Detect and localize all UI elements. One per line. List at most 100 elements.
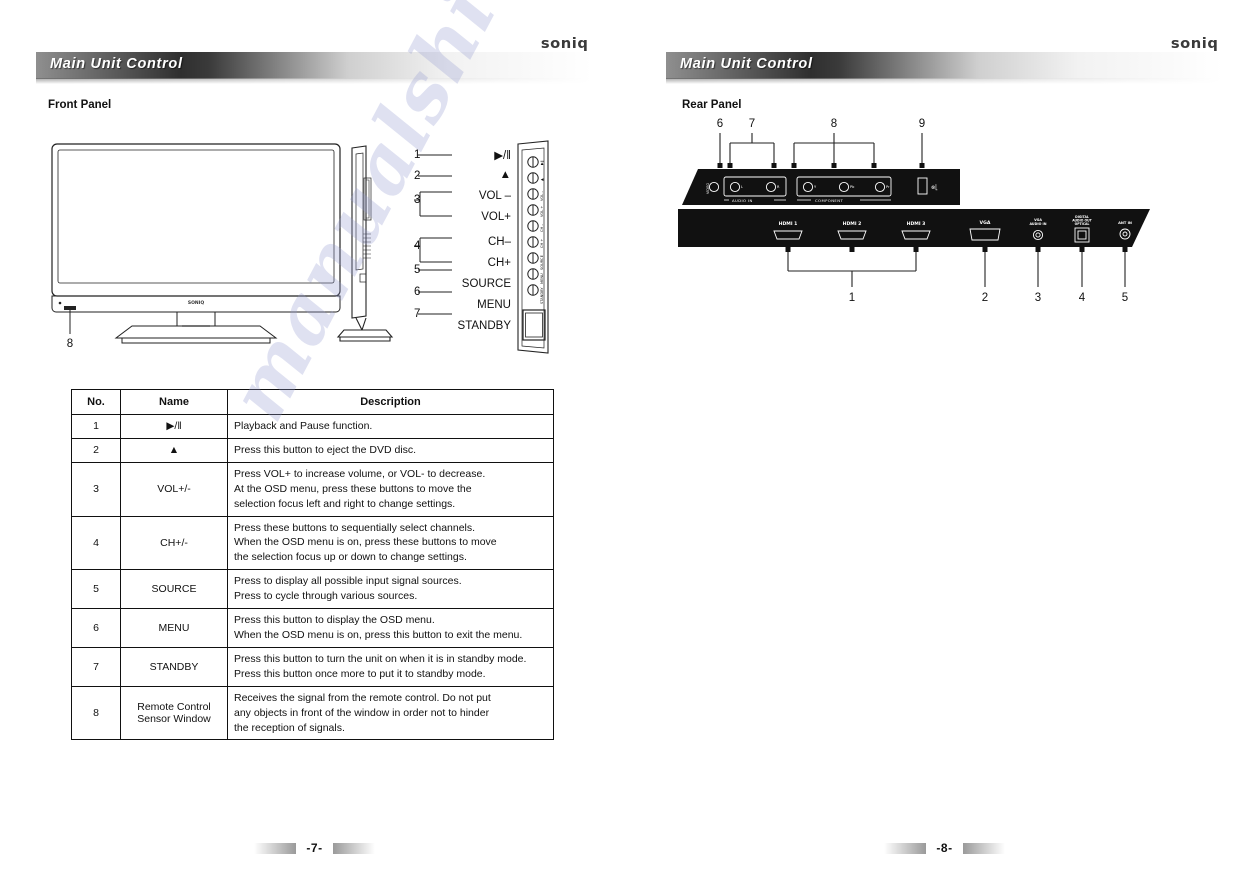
- rear-callout-1: 1: [849, 292, 855, 304]
- rear-callout-6: 6: [717, 118, 723, 130]
- table-header-description: Description: [227, 389, 554, 415]
- cell-description: Press these buttons to sequentially sele…: [227, 515, 554, 571]
- control-label-vol-up: VOL+: [481, 211, 511, 223]
- cell-no: 1: [71, 414, 121, 439]
- table-header-name: Name: [120, 389, 228, 415]
- front-panel-table: No. Name Description 1 ▶/‖ Playback and …: [71, 389, 554, 741]
- svg-text:VGA: VGA: [980, 220, 991, 226]
- cell-description: Press this button to turn the unit on wh…: [227, 646, 554, 687]
- rear-panel-diagram: 6 7 8 9 VIDEO L R AUDIO IN Y Pb Pr COMPO…: [678, 118, 1150, 304]
- table-row: 7 STANDBY Press this button to turn the …: [71, 646, 554, 687]
- cell-no: 6: [71, 608, 121, 648]
- table-header-no: No.: [71, 389, 121, 415]
- cell-name: STANDBY: [120, 646, 228, 687]
- side-control-strip-diagram: ▶‖ ▲ VOL – VOL + CH – CH + SOURCE MENU S…: [517, 140, 549, 354]
- rear-callout-9: 9: [919, 118, 925, 130]
- footer-decoration-left: [884, 842, 927, 854]
- cell-no: 4: [71, 515, 121, 571]
- front-callout-4: 4: [414, 240, 421, 252]
- control-label-eject: ▲: [499, 169, 511, 181]
- control-label-ch-up: CH+: [487, 257, 511, 269]
- svg-text:AUDIO IN: AUDIO IN: [732, 198, 753, 203]
- svg-text:MENU: MENU: [540, 273, 544, 284]
- page-number: -8-: [936, 841, 953, 855]
- svg-text:OPTICAL: OPTICAL: [1075, 222, 1090, 226]
- cell-name: SOURCE: [120, 569, 228, 610]
- svg-text:HDMI 2: HDMI 2: [843, 221, 862, 227]
- control-label-vol-down: VOL –: [478, 190, 511, 202]
- table-header-row: No. Name Description: [71, 389, 554, 415]
- section-header-bar: Main Unit Control: [36, 52, 593, 84]
- svg-text:ANT IN: ANT IN: [1118, 221, 1132, 225]
- front-callout-5: 5: [414, 264, 421, 276]
- svg-text:SONIQ: SONIQ: [188, 300, 205, 306]
- front-callout-3: 3: [414, 194, 421, 206]
- footer-decoration-left: [254, 842, 297, 854]
- footer-left: -7-: [0, 840, 629, 855]
- section-title-rear-panel: Rear Panel: [682, 99, 742, 111]
- footer-decoration-right: [332, 842, 375, 854]
- front-callout-6: 6: [414, 286, 421, 298]
- page-title: Main Unit Control: [680, 56, 813, 72]
- rear-callout-5: 5: [1122, 292, 1128, 304]
- svg-text:Pr: Pr: [886, 185, 890, 189]
- cell-description: Receives the signal from the remote cont…: [227, 685, 554, 741]
- table-row: 2 ▲ Press this button to eject the DVD d…: [71, 437, 554, 463]
- cell-name: ▲: [120, 437, 228, 463]
- cell-name: ▶/‖: [120, 414, 228, 439]
- svg-text:▲: ▲: [540, 178, 544, 181]
- cell-description: Playback and Pause function.: [227, 414, 554, 439]
- svg-text:HDMI 3: HDMI 3: [907, 221, 926, 227]
- page-rear-panel: soniq Main Unit Control Rear Panel 6 7 8…: [630, 0, 1259, 893]
- front-callout-7: 7: [414, 308, 421, 320]
- front-callout-2: 2: [414, 170, 421, 182]
- page-front-panel: soniq Main Unit Control Front Panel SONI…: [0, 0, 629, 893]
- cell-description: Press this button to eject the DVD disc.: [227, 437, 554, 463]
- cell-no: 5: [71, 569, 121, 610]
- rear-callout-4: 4: [1079, 292, 1086, 304]
- control-label-menu: MENU: [477, 299, 511, 311]
- page-title: Main Unit Control: [50, 56, 183, 72]
- svg-text:HDMI 1: HDMI 1: [779, 221, 798, 227]
- svg-text:8: 8: [67, 338, 73, 350]
- control-label-standby: STANDBY: [457, 320, 511, 332]
- cell-name: Remote Control Sensor Window: [120, 685, 228, 741]
- cell-no: 8: [71, 685, 121, 741]
- table-row: 6 MENU Press this button to display the …: [71, 608, 554, 648]
- rear-callout-2: 2: [982, 292, 988, 304]
- cell-no: 2: [71, 437, 121, 463]
- svg-text:VOL –: VOL –: [540, 191, 544, 201]
- footer-right: -8-: [630, 840, 1259, 855]
- front-callout-1: 1: [414, 149, 421, 161]
- svg-text:VOL +: VOL +: [540, 206, 544, 217]
- cell-description: Press this button to display the OSD men…: [227, 608, 554, 648]
- control-label-ch-down: CH–: [487, 236, 511, 248]
- svg-text:VIDEO: VIDEO: [706, 183, 710, 194]
- section-title-front-panel: Front Panel: [48, 99, 112, 111]
- svg-text:▶‖: ▶‖: [540, 160, 544, 165]
- svg-text:COMPONENT: COMPONENT: [815, 198, 843, 203]
- soniq-logo: soniq: [1170, 36, 1219, 52]
- control-label-play-pause: ▶/‖: [494, 150, 511, 162]
- cell-no: 3: [71, 461, 121, 517]
- footer-decoration-right: [962, 842, 1005, 854]
- rear-callout-8: 8: [831, 118, 837, 130]
- soniq-logo: soniq: [540, 36, 589, 52]
- section-header-bar: Main Unit Control: [666, 52, 1223, 84]
- page-number: -7-: [306, 841, 323, 855]
- table-row: 3 VOL+/- Press VOL+ to increase volume, …: [71, 461, 554, 517]
- table-row: 5 SOURCE Press to display all possible i…: [71, 569, 554, 610]
- rear-callout-7: 7: [749, 118, 755, 130]
- cell-name: VOL+/-: [120, 461, 228, 517]
- cell-name: CH+/-: [120, 515, 228, 571]
- svg-text:SOURCE: SOURCE: [540, 254, 544, 270]
- table-row: 1 ▶/‖ Playback and Pause function.: [71, 414, 554, 439]
- control-label-source: SOURCE: [461, 278, 511, 290]
- svg-text:STANDBY: STANDBY: [540, 287, 544, 304]
- cell-no: 7: [71, 646, 121, 687]
- cell-name: MENU: [120, 608, 228, 648]
- rear-callout-3: 3: [1035, 292, 1041, 304]
- svg-text:CH +: CH +: [540, 239, 544, 248]
- cell-description: Press to display all possible input sign…: [227, 569, 554, 610]
- svg-text:CH –: CH –: [540, 224, 544, 232]
